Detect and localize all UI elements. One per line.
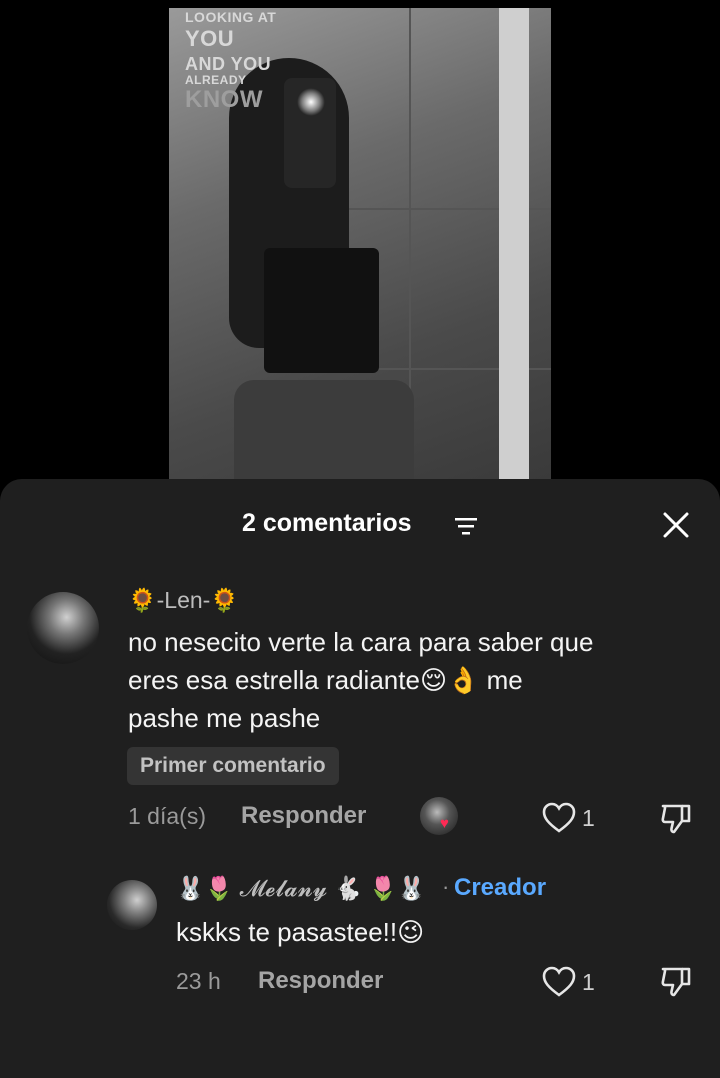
heart-outline-icon[interactable]	[542, 966, 576, 998]
creator-label: Creador	[454, 874, 547, 901]
like-count: 1	[582, 805, 595, 831]
separator-dot: ·	[442, 874, 450, 899]
overlay-line: LOOKING AT	[185, 9, 277, 25]
camera-flash	[297, 88, 325, 116]
thumbs-down-icon[interactable]	[659, 965, 693, 999]
overlay-line: YOU	[185, 26, 235, 51]
like-count: 1	[582, 969, 595, 995]
figure-top	[264, 248, 379, 373]
overlay-line: AND YOU	[185, 54, 272, 74]
thumbs-down-icon[interactable]	[659, 802, 693, 836]
sheet-header: 2 comentarios	[0, 479, 720, 569]
heart-icon: ♥	[440, 815, 449, 832]
creator-liked-avatar	[420, 797, 458, 835]
comment-username[interactable]: 🌻-Len-🌻	[128, 587, 239, 614]
reply-timestamp: 23 h	[176, 968, 221, 994]
reply-button[interactable]: Responder	[241, 802, 366, 830]
reply-text: kskks te pasastee!!😉	[176, 917, 425, 947]
avatar[interactable]	[27, 592, 99, 664]
heart-outline-icon[interactable]	[542, 802, 576, 834]
filter-lines-icon[interactable]	[453, 515, 479, 537]
comments-count-title: 2 comentarios	[242, 509, 412, 537]
door-frame	[499, 8, 529, 480]
comment-text-line: pashe me pashe	[128, 703, 321, 733]
video-frame[interactable]: LOOKING AT YOU AND YOU ALREADY KNOW	[169, 8, 551, 480]
close-x-icon[interactable]	[660, 509, 692, 541]
comment-text-line: no nesecito verte la cara para saber que	[128, 627, 594, 657]
figure-jeans	[234, 380, 414, 480]
first-comment-badge: Primer comentario	[127, 747, 339, 785]
video-overlay-text: LOOKING AT YOU AND YOU ALREADY KNOW	[185, 10, 276, 112]
comments-sheet: 2 comentarios 🌻-Len-🌻 no nesecito verte …	[0, 479, 720, 1078]
overlay-line: ALREADY	[185, 73, 247, 87]
reply-username[interactable]: 🐰🌷 𝓜𝓮𝓵𝓪𝓷𝔂 🐇 🌷🐰	[176, 875, 426, 902]
comment-timestamp: 1 día(s)	[128, 803, 206, 829]
avatar[interactable]	[107, 880, 157, 930]
overlay-line: KNOW	[185, 86, 263, 113]
reply-button[interactable]: Responder	[258, 967, 383, 995]
comment-text-line: eres esa estrella radiante😌👌 me	[128, 665, 523, 695]
